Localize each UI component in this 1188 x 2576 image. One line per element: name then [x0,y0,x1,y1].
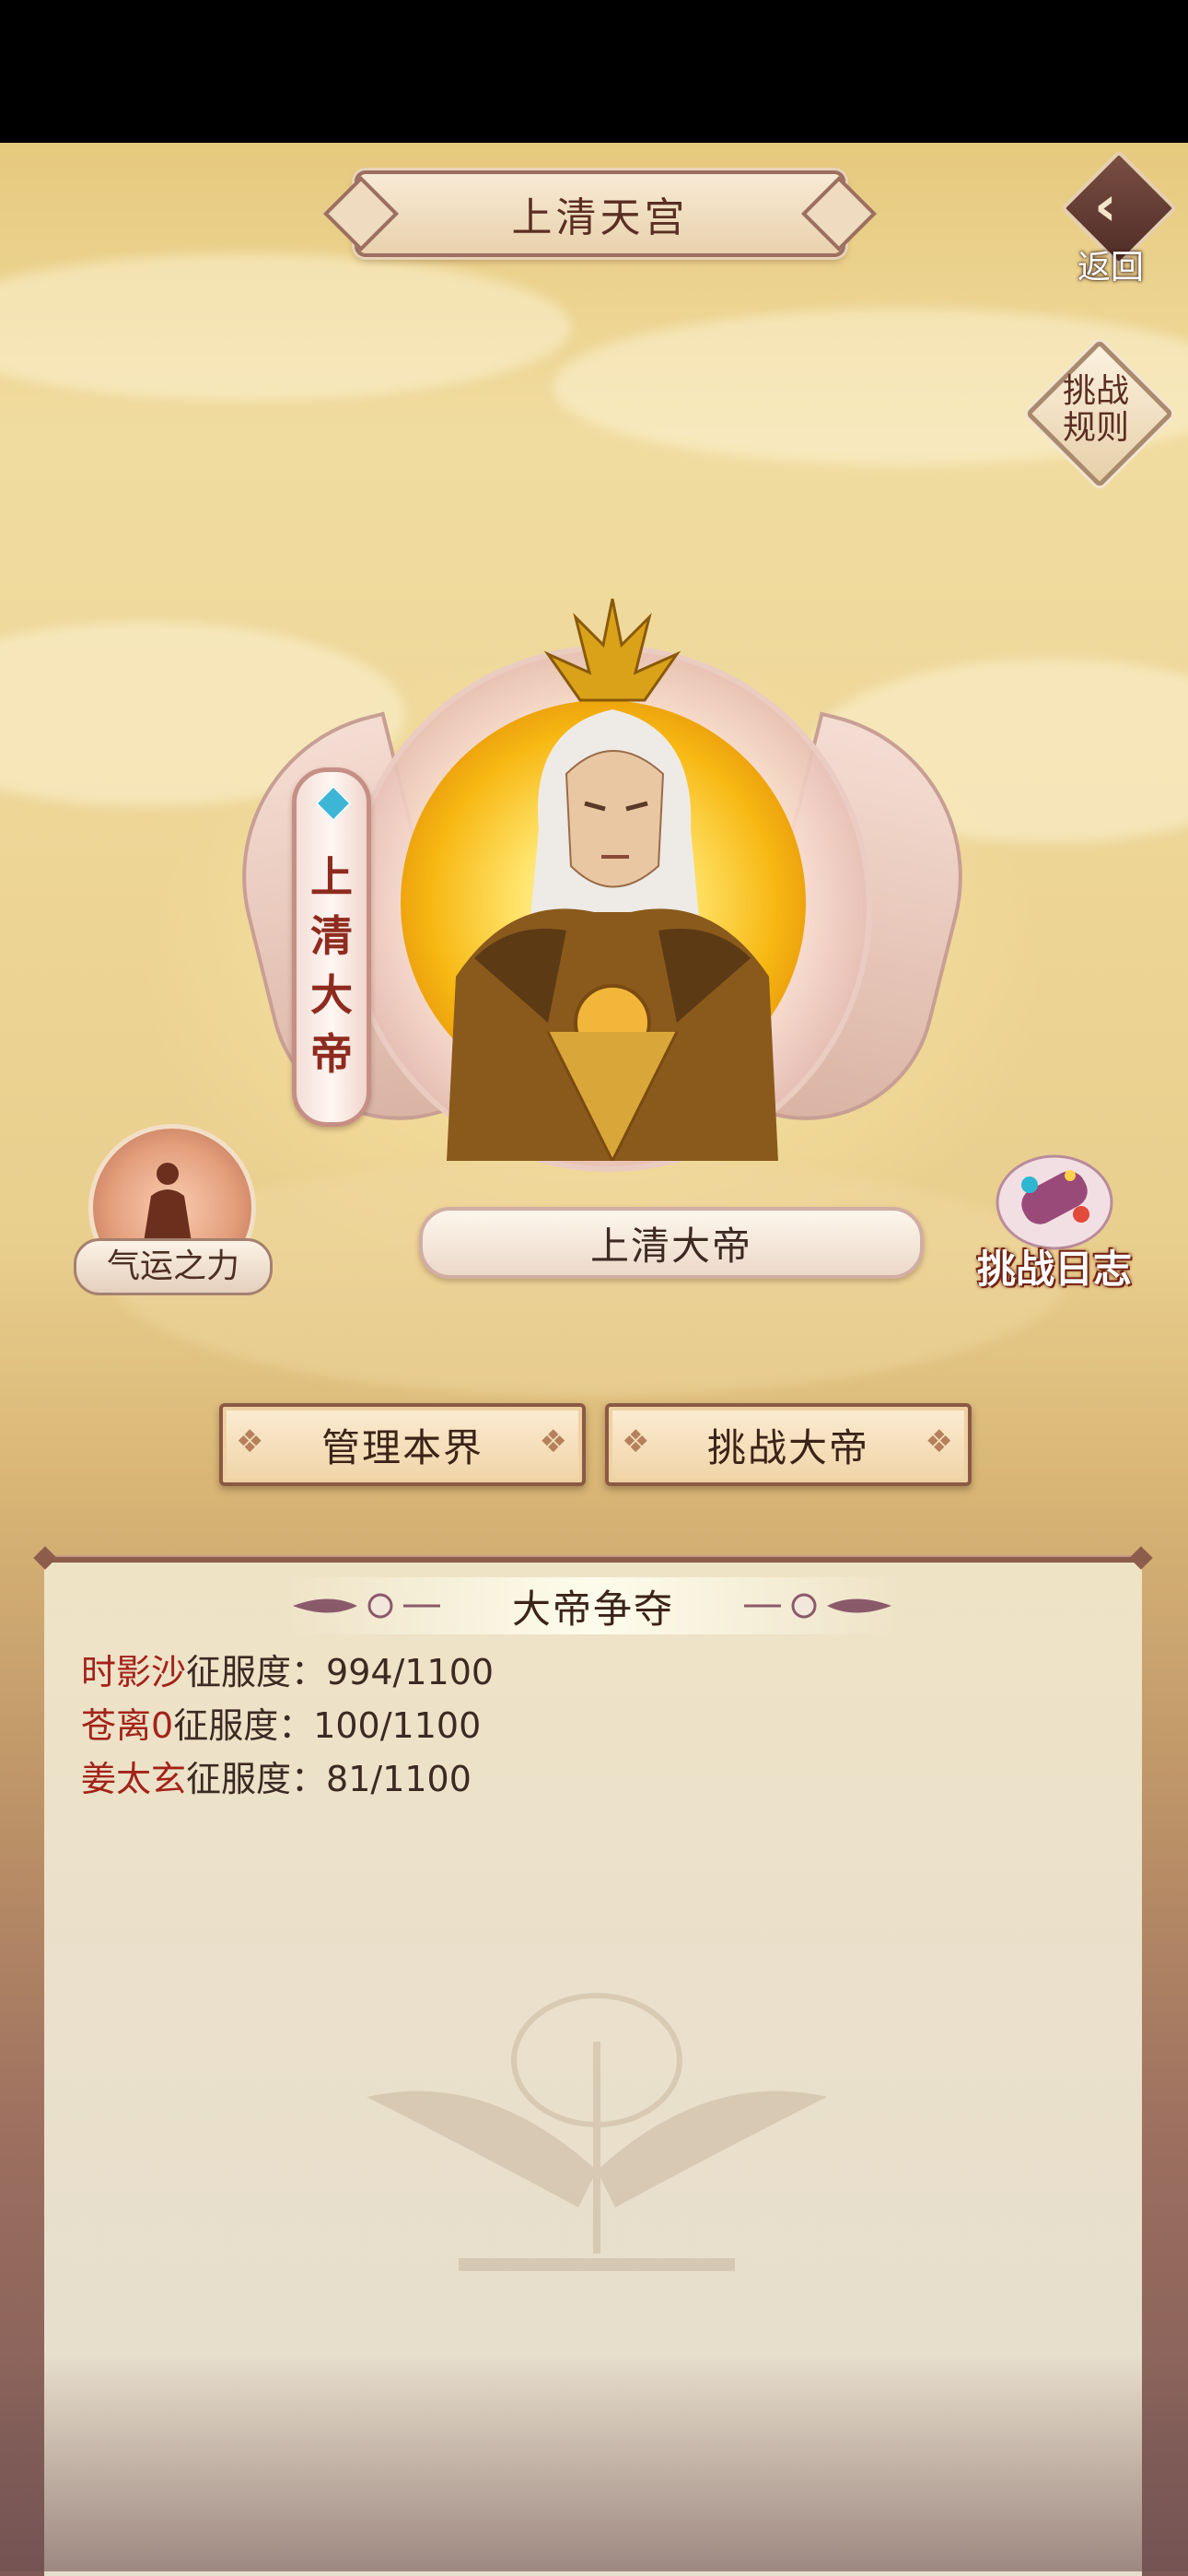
player-name[interactable]: 苍离0 [81,1705,173,1746]
taiji-ornament-icon [744,1593,891,1619]
challenge-emperor-label: 挑战大帝 [706,1424,869,1470]
fortune-power-label: 气运之力 [74,1238,273,1295]
conquest-list: 时影沙征服度：994/1100 苍离0征服度：100/1100 姜太玄征服度：8… [81,1645,494,1806]
vertical-char: 大 [310,970,353,1020]
challenge-log-button[interactable]: 挑战日志 [949,1142,1160,1304]
panel-header: 大帝争夺 [44,1574,1142,1638]
conquest-value: 100/1100 [313,1705,482,1746]
challenge-log-label: 挑战日志 [976,1247,1132,1292]
panel-title: 大帝争夺 [511,1586,674,1632]
list-item: 苍离0征服度：100/1100 [81,1699,494,1752]
cloud-ornament-icon: ❖ [925,1423,955,1460]
hero-vertical-title: 上 清 大 帝 [292,767,371,1127]
gem-icon [315,785,352,822]
conquest-value: 994/1100 [326,1652,495,1692]
vertical-char: 上 [310,852,353,902]
player-name[interactable]: 时影沙 [81,1652,186,1692]
list-item: 时影沙征服度：994/1100 [81,1645,494,1699]
rules-label-line2: 规则 [1062,409,1129,447]
conquest-label: 征服度： [186,1652,327,1692]
taiji-ornament-icon [293,1593,440,1619]
cloud-ornament-icon: ❖ [622,1423,652,1460]
hero-name: 上清大帝 [589,1223,752,1269]
cloud-decoration [0,253,571,401]
cloud-ornament-icon: ❖ [539,1423,569,1460]
hero-name-plate: 上清大帝 [419,1207,924,1279]
emblem-watermark [367,1993,827,2271]
manage-realm-label: 管理本界 [320,1424,483,1470]
manage-realm-button[interactable]: ❖ 管理本界 ❖ [219,1403,586,1486]
meditating-figure-icon [144,1163,192,1242]
vertical-char: 帝 [310,1029,353,1079]
conquest-label: 征服度： [186,1759,327,1799]
bottom-mist [0,2354,1188,2571]
rules-label-line1: 挑战 [1062,372,1129,410]
emperor-portrait [447,598,778,1161]
cloud-ornament-icon: ❖ [236,1423,266,1460]
vertical-char: 清 [310,911,353,961]
back-label: 返回 [1077,249,1145,287]
list-item: 姜太玄征服度：81/1100 [81,1752,494,1806]
player-name[interactable]: 姜太玄 [81,1759,186,1799]
conquest-value: 81/1100 [326,1759,472,1799]
rules-label: 挑战 规则 [1022,373,1170,447]
page-title-banner: 上清天宫 [355,170,845,257]
game-scene: 上清天宫 ‹ 返回 挑战 规则 上清大帝 上 清 大 帝 气运之力 挑战日志 ❖… [0,143,1188,2576]
challenge-emperor-button[interactable]: ❖ 挑战大帝 ❖ [605,1403,972,1486]
page-title: 上清天宫 [511,194,689,241]
back-arrow-icon: ‹ [1094,174,1117,239]
conquest-label: 征服度： [173,1705,314,1746]
back-button[interactable]: ‹ 返回 [1059,149,1179,287]
challenge-rules-button[interactable]: 挑战 规则 [1022,336,1174,488]
fortune-power-button[interactable]: 气运之力 [74,1124,273,1299]
status-bar [0,0,1188,143]
